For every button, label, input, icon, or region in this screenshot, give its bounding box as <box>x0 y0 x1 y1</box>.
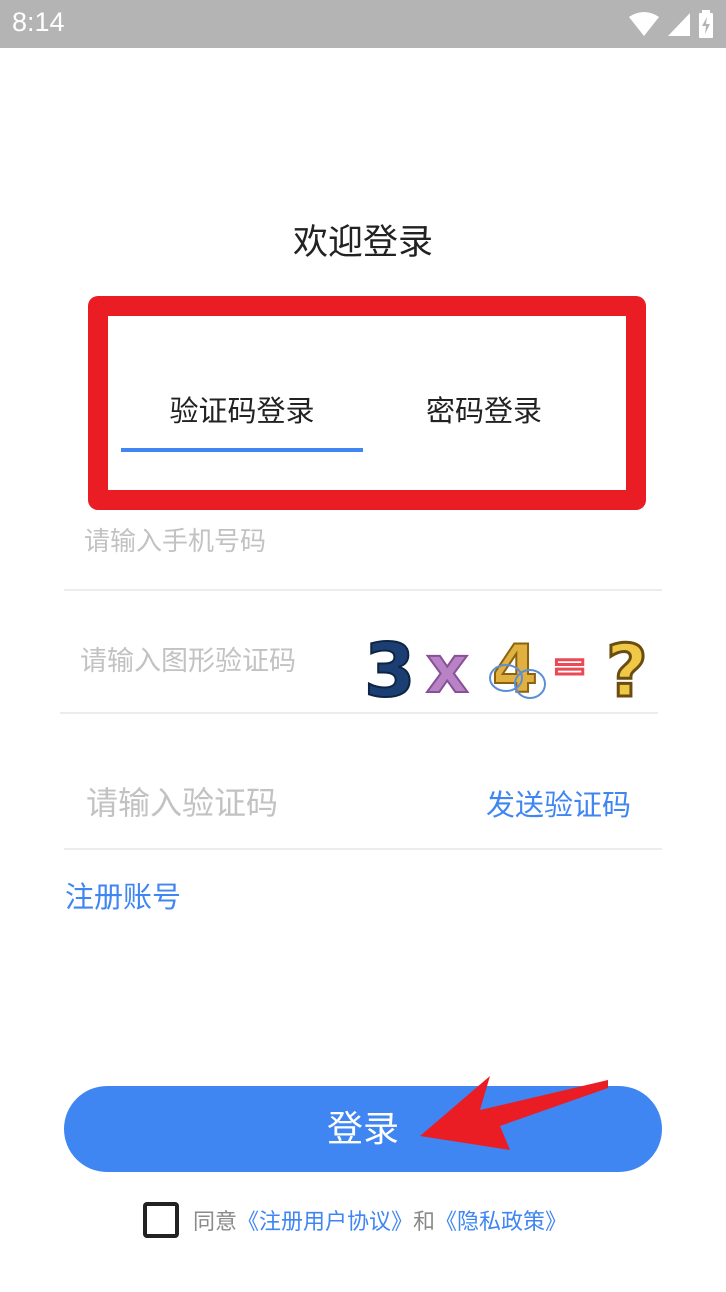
tab-sms-login[interactable]: 验证码登录 <box>122 388 362 430</box>
active-tab-indicator <box>121 448 363 452</box>
page-title: 欢迎登录 <box>292 223 433 263</box>
svg-text:?: ? <box>606 629 648 708</box>
status-time: 8:14 <box>12 7 65 37</box>
wifi-icon <box>629 12 659 36</box>
divider <box>60 712 658 714</box>
privacy-policy-link[interactable]: 《隐私政策》 <box>435 1204 567 1236</box>
captcha-input[interactable] <box>80 636 360 686</box>
agreement-checkbox[interactable] <box>143 1202 179 1238</box>
arrow-icon <box>420 1076 608 1150</box>
status-bar: 8:14 <box>0 0 726 48</box>
verification-code-input[interactable] <box>86 776 466 830</box>
agreement-prefix: 同意 <box>193 1210 238 1235</box>
battery-icon <box>699 10 713 38</box>
divider <box>64 589 662 591</box>
user-agreement-link[interactable]: 《注册用户协议》 <box>237 1204 413 1236</box>
agreement-row: 同意 《注册用户协议》 和 《隐私政策》 <box>143 1200 567 1240</box>
divider <box>64 848 662 850</box>
svg-text:=: = <box>552 641 587 690</box>
cellular-signal-icon <box>668 13 690 36</box>
register-link[interactable]: 注册账号 <box>65 874 181 916</box>
svg-text:3: 3 <box>364 628 416 708</box>
agreement-and: 和 <box>413 1210 436 1235</box>
captcha-image[interactable]: 3 x 4 = ? <box>360 620 662 708</box>
phone-input[interactable] <box>84 516 644 566</box>
send-code-button[interactable]: 发送验证码 <box>486 782 631 824</box>
tab-password-login[interactable]: 密码登录 <box>362 388 606 430</box>
status-icons <box>628 10 714 38</box>
svg-text:x: x <box>426 631 469 708</box>
